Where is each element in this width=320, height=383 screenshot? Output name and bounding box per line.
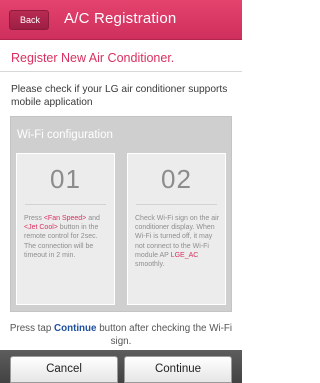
step-text-highlight: LGE_AC bbox=[170, 251, 199, 259]
step-text-part: smoothly. bbox=[135, 261, 165, 269]
cancel-button[interactable]: Cancel bbox=[10, 356, 118, 383]
step-text-highlight: <Jet Cool> bbox=[24, 224, 58, 232]
step-text-highlight: <Fan Speed> bbox=[43, 215, 87, 222]
step-number: 02 bbox=[161, 164, 192, 194]
step-text-part: Press bbox=[24, 215, 44, 222]
step-text-part: and bbox=[86, 215, 100, 222]
step-card-1: 01 Press <Fan Speed> and <Jet Cool> butt… bbox=[16, 153, 115, 305]
panel-title: Wi-Fi configuration bbox=[17, 129, 113, 141]
section-subtitle: Register New Air Conditioner. bbox=[11, 51, 175, 65]
continue-hint: Press tap Continue button after checking… bbox=[0, 322, 242, 348]
back-button[interactable]: Back bbox=[9, 10, 49, 30]
continue-button[interactable]: Continue bbox=[124, 356, 232, 383]
page-title: A/C Registration bbox=[64, 10, 177, 27]
back-button-label: Back bbox=[20, 15, 41, 25]
divider bbox=[0, 71, 242, 72]
step-instruction: Check Wi-Fi sign on the air conditioner … bbox=[135, 214, 220, 269]
header-bar: Back A/C Registration bbox=[0, 0, 242, 40]
step-number: 01 bbox=[50, 164, 81, 194]
step-card-2: 02 Check Wi-Fi sign on the air condition… bbox=[127, 153, 226, 305]
wifi-config-panel: Wi-Fi configuration 01 Press <Fan Speed>… bbox=[10, 116, 232, 312]
description-text: Please check if your LG air conditioner … bbox=[11, 84, 228, 108]
footer-bar: Cancel Continue bbox=[0, 350, 242, 383]
hint-text-part: Press tap bbox=[9, 323, 55, 334]
hint-emphasis: Continue bbox=[54, 323, 97, 334]
card-divider bbox=[136, 204, 217, 205]
hint-text-part: button after checking the Wi-Fi sign. bbox=[96, 323, 233, 347]
card-divider bbox=[25, 204, 106, 205]
step-instruction: Press <Fan Speed> and <Jet Cool> button … bbox=[24, 214, 109, 260]
